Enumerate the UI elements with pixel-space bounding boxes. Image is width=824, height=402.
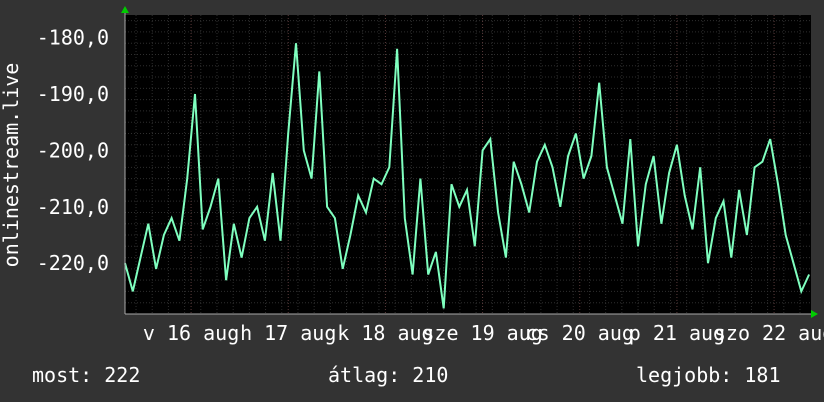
x-tick-label: k 18 aug bbox=[337, 321, 433, 345]
average-stat: átlag: 210 bbox=[328, 363, 448, 387]
y-tick-label: -200,0 bbox=[37, 138, 109, 162]
current-stat: most: 222 bbox=[32, 363, 140, 387]
y-tick-label: -180,0 bbox=[37, 26, 109, 50]
x-tick-label: h 17 aug bbox=[240, 321, 336, 345]
y-axis-label: onlinestream.live bbox=[0, 63, 23, 268]
latency-chart: -180,0 -190,0 -200,0 -210,0 -220,0 v 16 aug h… bbox=[0, 6, 824, 387]
x-tick-label: cs 20 aug bbox=[526, 321, 634, 345]
best-stat: legjobb: 181 bbox=[636, 363, 781, 387]
y-axis-ticks: -180,0 -190,0 -200,0 -210,0 -220,0 bbox=[37, 26, 109, 276]
y-tick-label: -210,0 bbox=[37, 195, 109, 219]
y-axis-arrow-icon bbox=[121, 6, 129, 13]
x-tick-label: szo 22 aug bbox=[714, 321, 824, 345]
x-tick-label: p 21 aug bbox=[629, 321, 725, 345]
x-axis-ticks: v 16 aug h 17 aug k 18 augsze 19 augcs 20 … bbox=[143, 321, 824, 345]
x-tick-label: v 16 aug bbox=[143, 321, 239, 345]
x-axis-arrow-icon bbox=[811, 310, 818, 318]
y-tick-label: -220,0 bbox=[37, 251, 109, 275]
y-tick-label: -190,0 bbox=[37, 82, 109, 106]
